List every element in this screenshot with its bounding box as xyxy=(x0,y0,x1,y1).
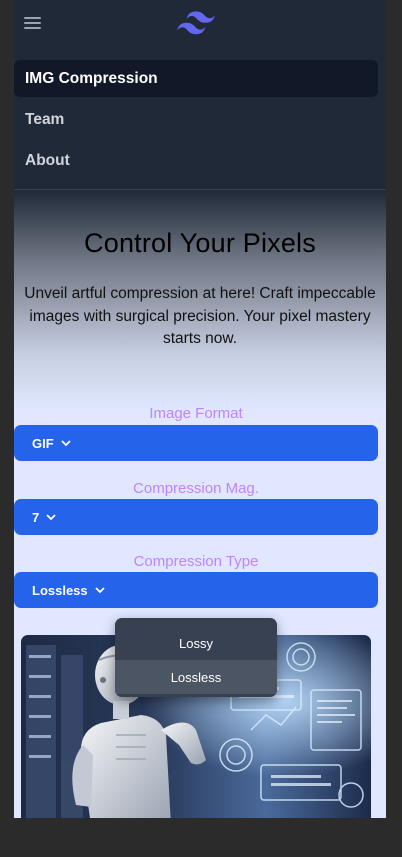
wave-logo-icon[interactable] xyxy=(177,10,215,36)
image-format-label: Image Format xyxy=(149,405,243,422)
image-format-value: GIF xyxy=(32,435,54,451)
compression-mag-label: Compression Mag. xyxy=(133,480,259,497)
nav-item-label: IMG Compression xyxy=(25,69,158,87)
nav-item-img-compression[interactable]: IMG Compression xyxy=(14,60,378,97)
app-viewport: IMG Compression Team About Control Your … xyxy=(14,0,386,818)
compression-mag-select[interactable]: 7 xyxy=(14,499,378,535)
nav-item-label: Team xyxy=(25,110,65,128)
nav-item-about[interactable]: About xyxy=(14,142,378,179)
image-format-select[interactable]: GIF xyxy=(14,425,378,461)
nav-item-label: About xyxy=(25,151,70,169)
page-title: Control Your Pixels xyxy=(84,228,316,258)
dropdown-option-lossless[interactable]: Lossless xyxy=(115,660,277,694)
nav-item-team[interactable]: Team xyxy=(14,101,378,138)
chevron-down-icon xyxy=(61,440,71,447)
compression-type-value: Lossless xyxy=(32,582,88,598)
hamburger-icon[interactable] xyxy=(23,14,43,32)
compression-type-select[interactable]: Lossless xyxy=(14,572,378,608)
dropdown-option-lossy[interactable]: Lossy xyxy=(115,626,277,660)
compression-type-dropdown: Lossy Lossless xyxy=(115,618,277,697)
navbar: IMG Compression Team About xyxy=(14,0,386,190)
compression-type-label: Compression Type xyxy=(133,553,259,570)
hero-description: Unveil artful compression at here! Craft… xyxy=(24,285,376,347)
chevron-down-icon xyxy=(46,514,56,521)
compression-mag-value: 7 xyxy=(32,509,40,525)
chevron-down-icon xyxy=(95,587,105,594)
